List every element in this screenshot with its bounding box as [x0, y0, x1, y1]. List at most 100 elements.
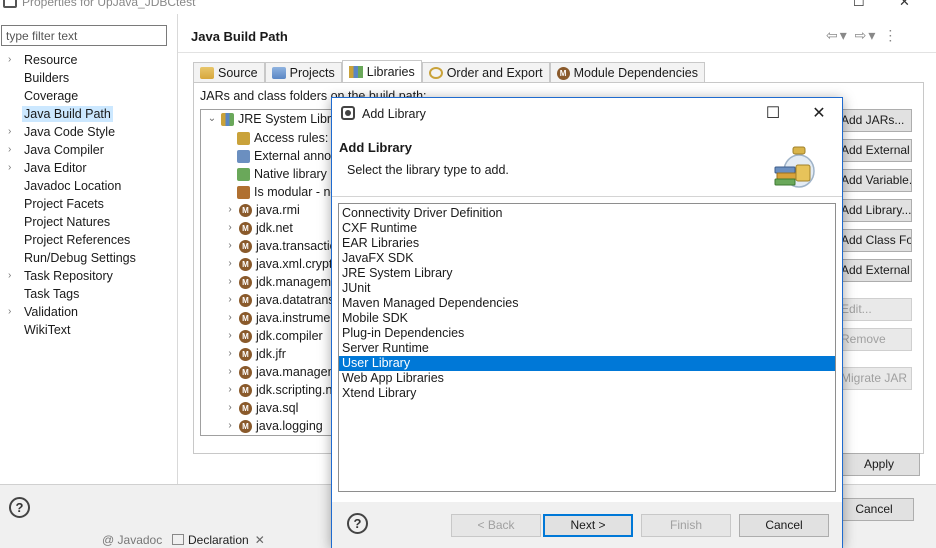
nav-item[interactable]: Javadoc Location: [0, 177, 177, 195]
expand-arrow-icon[interactable]: ›: [8, 51, 11, 69]
expand-arrow-icon[interactable]: ›: [8, 123, 11, 141]
expand-arrow-icon[interactable]: ›: [225, 201, 235, 219]
nav-item-label: Java Compiler: [24, 143, 104, 157]
tab-projects[interactable]: Projects: [264, 62, 342, 83]
back-arrow-icon[interactable]: ⇦▾: [826, 27, 849, 43]
library-type-item[interactable]: Maven Managed Dependencies: [339, 296, 835, 311]
tree-module-row[interactable]: › Mjava.sql: [225, 399, 298, 417]
side-button[interactable]: Add Class Folder...: [836, 229, 912, 252]
expand-arrow-icon[interactable]: ›: [225, 345, 235, 363]
side-button[interactable]: Remove: [836, 328, 912, 351]
library-type-item[interactable]: CXF Runtime: [339, 221, 835, 236]
attribute-icon: [237, 185, 250, 199]
expand-arrow-icon[interactable]: ›: [8, 159, 11, 177]
cancel-button[interactable]: Cancel: [834, 498, 914, 521]
nav-item[interactable]: › Java Compiler: [0, 141, 177, 159]
tree-module-row[interactable]: › Mjdk.management: [225, 273, 348, 291]
library-type-item[interactable]: User Library: [339, 356, 835, 371]
library-type-item[interactable]: Server Runtime: [339, 341, 835, 356]
back-button[interactable]: < Back: [451, 514, 541, 537]
maximize-icon[interactable]: ☐: [853, 0, 865, 10]
nav-item[interactable]: › Task Repository: [0, 267, 177, 285]
side-button[interactable]: Edit...: [836, 298, 912, 321]
dialog-close-icon[interactable]: ✕: [804, 103, 834, 123]
module-icon: M: [239, 347, 252, 361]
libraries-icon: [348, 66, 363, 78]
nav-item[interactable]: › Java Editor: [0, 159, 177, 177]
expand-arrow-icon[interactable]: ›: [225, 363, 235, 381]
library-type-item[interactable]: Mobile SDK: [339, 311, 835, 326]
library-type-item[interactable]: Xtend Library: [339, 386, 835, 401]
menu-dots-icon[interactable]: ⋮: [883, 27, 899, 43]
nav-item-label: Resource: [24, 53, 78, 67]
expand-arrow-icon[interactable]: ›: [225, 381, 235, 399]
expand-arrow-icon[interactable]: ›: [225, 273, 235, 291]
side-button[interactable]: Migrate JAR File...: [836, 367, 912, 390]
forward-arrow-icon[interactable]: ⇨▾: [855, 27, 878, 43]
expand-arrow-icon[interactable]: ›: [225, 417, 235, 435]
library-type-item[interactable]: JRE System Library: [339, 266, 835, 281]
nav-item[interactable]: Project References: [0, 231, 177, 249]
expand-arrow-icon[interactable]: ›: [225, 237, 235, 255]
tree-module-row[interactable]: › Mjava.instrument: [225, 309, 340, 327]
history-nav[interactable]: ⇦▾ ⇨▾ ⋮: [826, 27, 899, 44]
expand-arrow-icon[interactable]: ›: [8, 141, 11, 159]
finish-button[interactable]: Finish: [641, 514, 731, 537]
tree-module-row[interactable]: › Mjava.logging: [225, 417, 322, 435]
library-type-item[interactable]: Plug-in Dependencies: [339, 326, 835, 341]
expand-arrow-icon[interactable]: ›: [8, 303, 11, 321]
side-button[interactable]: Add Library...: [836, 199, 912, 222]
expand-arrow-icon[interactable]: ›: [225, 219, 235, 237]
collapse-arrow-icon[interactable]: ⌄: [207, 110, 217, 128]
nav-item[interactable]: Coverage: [0, 87, 177, 105]
expand-arrow-icon[interactable]: ›: [225, 399, 235, 417]
tab-module-dependencies[interactable]: M Module Dependencies: [549, 62, 705, 83]
nav-item[interactable]: › Validation: [0, 303, 177, 321]
dialog-maximize-icon[interactable]: ☐: [758, 103, 788, 123]
nav-item[interactable]: › Resource: [0, 51, 177, 69]
tree-module-row[interactable]: › Mjava.xml.crypto: [225, 255, 339, 273]
library-type-item[interactable]: Web App Libraries: [339, 371, 835, 386]
nav-item[interactable]: › Java Code Style: [0, 123, 177, 141]
expand-arrow-icon[interactable]: ›: [225, 255, 235, 273]
tab-libraries[interactable]: Libraries: [341, 60, 422, 83]
side-button[interactable]: Add External Class Folder...: [836, 259, 912, 282]
nav-item[interactable]: Project Facets: [0, 195, 177, 213]
expand-arrow-icon[interactable]: ›: [225, 291, 235, 309]
nav-item[interactable]: Task Tags: [0, 285, 177, 303]
nav-item[interactable]: Builders: [0, 69, 177, 87]
tree-module-row[interactable]: › Mjdk.compiler: [225, 327, 322, 345]
library-type-item[interactable]: JUnit: [339, 281, 835, 296]
javadoc-tab[interactable]: @ Javadoc: [102, 533, 162, 548]
side-button[interactable]: Add Variable...: [836, 169, 912, 192]
library-icon: [221, 112, 234, 126]
tree-module-row[interactable]: › Mjdk.net: [225, 219, 293, 237]
next-button[interactable]: Next >: [543, 514, 633, 537]
side-button[interactable]: Add JARs...: [836, 109, 912, 132]
help-icon[interactable]: ?: [9, 497, 30, 518]
filter-input[interactable]: [1, 25, 167, 46]
tab-order-export[interactable]: Order and Export: [421, 62, 550, 83]
declaration-icon: [172, 534, 184, 545]
nav-item[interactable]: WikiText: [0, 321, 177, 339]
apply-button[interactable]: Apply: [838, 453, 920, 476]
expand-arrow-icon[interactable]: ›: [225, 327, 235, 345]
nav-item[interactable]: Project Natures: [0, 213, 177, 231]
library-type-item[interactable]: Connectivity Driver Definition: [339, 206, 835, 221]
tree-module-row[interactable]: › Mjdk.jfr: [225, 345, 286, 363]
expand-arrow-icon[interactable]: ›: [8, 267, 11, 285]
nav-item[interactable]: Java Build Path: [0, 105, 177, 123]
dialog-cancel-button[interactable]: Cancel: [739, 514, 829, 537]
tab-source[interactable]: Source: [193, 62, 265, 83]
expand-arrow-icon[interactable]: ›: [225, 309, 235, 327]
close-icon[interactable]: ✕: [899, 0, 910, 10]
dialog-help-icon[interactable]: ?: [347, 513, 368, 534]
nav-item[interactable]: Run/Debug Settings: [0, 249, 177, 267]
side-button[interactable]: Add External JARs...: [836, 139, 912, 162]
library-type-list[interactable]: Connectivity Driver Definition CXF Runtim…: [338, 203, 836, 492]
close-tab-icon[interactable]: ✕: [255, 533, 265, 547]
tree-module-row[interactable]: › Mjava.rmi: [225, 201, 299, 219]
declaration-tab[interactable]: Declaration ✕: [172, 533, 265, 548]
library-type-item[interactable]: EAR Libraries: [339, 236, 835, 251]
library-type-item[interactable]: JavaFX SDK: [339, 251, 835, 266]
